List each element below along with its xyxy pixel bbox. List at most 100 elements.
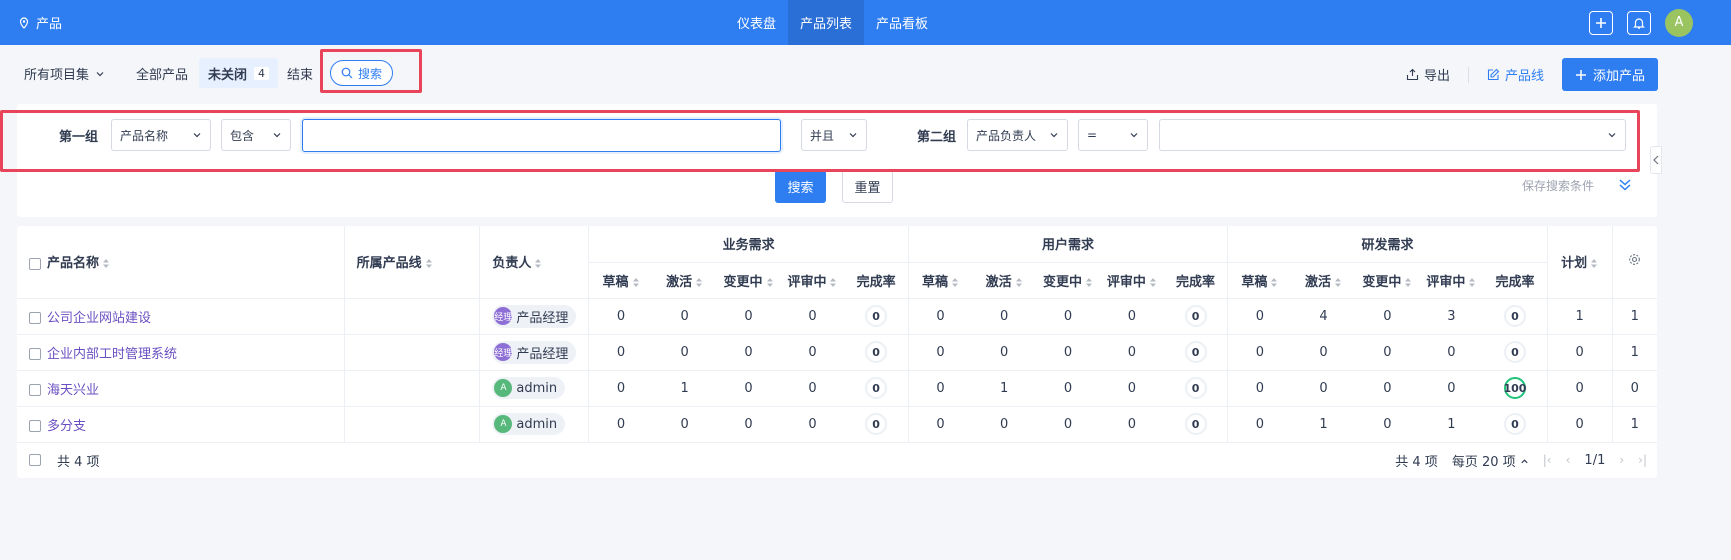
col-product-line[interactable]: 所属产品线 bbox=[344, 226, 481, 299]
cell-biz-completion: 0 bbox=[844, 406, 909, 443]
cell-owner: Aadmin bbox=[479, 370, 590, 407]
user-avatar[interactable]: A bbox=[1665, 8, 1693, 37]
col-dev-sub-1[interactable]: 激活 bbox=[1291, 262, 1356, 299]
per-page-select[interactable]: 每页 20 项 bbox=[1452, 451, 1529, 470]
sort-icon bbox=[103, 259, 110, 269]
nav-dashboard[interactable]: 仪表盘 bbox=[725, 0, 788, 45]
cell-user-0: 0 bbox=[908, 334, 973, 371]
tab-all-products[interactable]: 全部产品 bbox=[127, 58, 197, 88]
col-biz-sub-1[interactable]: 激活 bbox=[652, 262, 717, 299]
product-name-link[interactable]: 企业内部工时管理系统 bbox=[47, 347, 177, 362]
col-biz-sub-2[interactable]: 变更中 bbox=[716, 262, 781, 299]
search-submit-button[interactable]: 搜索 bbox=[775, 170, 826, 203]
col-product-name[interactable]: 产品名称 bbox=[17, 226, 345, 299]
col-dev-sub-0[interactable]: 草稿 bbox=[1227, 262, 1292, 299]
completion-rate-ring: 0 bbox=[865, 341, 888, 363]
col-user-sub-1[interactable]: 激活 bbox=[972, 262, 1037, 299]
product-name-link[interactable]: 多分支 bbox=[47, 419, 86, 434]
product-name-link[interactable]: 海天兴业 bbox=[47, 383, 99, 398]
completion-rate-ring: 0 bbox=[1184, 413, 1207, 435]
sort-icon bbox=[951, 277, 958, 287]
col-user-sub-0[interactable]: 草稿 bbox=[908, 262, 973, 299]
table-row[interactable]: 多分支 Aadmin 0 0 0 0 0 0 0 0 0 0 0 1 0 1 0 0 1 bbox=[17, 406, 1657, 443]
cell-biz-0: 0 bbox=[588, 334, 653, 371]
cell-biz-1: 0 bbox=[652, 298, 717, 335]
nav-product-list[interactable]: 产品列表 bbox=[788, 0, 865, 45]
col-biz-sub-0[interactable]: 草稿 bbox=[588, 262, 653, 299]
cell-biz-1: 1 bbox=[652, 370, 717, 407]
add-product-button[interactable]: 添加产品 bbox=[1561, 58, 1658, 91]
edit-icon bbox=[1487, 68, 1500, 81]
cell-biz-1: 0 bbox=[652, 406, 717, 443]
cell-dev-3: 0 bbox=[1419, 334, 1484, 371]
owner-chip[interactable]: Aadmin bbox=[492, 377, 566, 399]
notification-button[interactable] bbox=[1627, 10, 1651, 35]
reset-button[interactable]: 重置 bbox=[842, 170, 893, 203]
col-dev-sub-4[interactable]: 完成率 bbox=[1483, 262, 1548, 299]
cell-dev-3: 3 bbox=[1419, 298, 1484, 335]
cell-dev-1: 1 bbox=[1291, 406, 1356, 443]
sort-icon bbox=[425, 259, 432, 269]
owner-chip[interactable]: Aadmin bbox=[492, 413, 566, 435]
col-plan[interactable]: 计划 bbox=[1547, 226, 1613, 299]
prev-page-icon[interactable]: ‹ bbox=[1566, 453, 1571, 467]
brand[interactable]: 产品 bbox=[18, 0, 62, 45]
col-user-sub-2[interactable]: 变更中 bbox=[1036, 262, 1100, 299]
add-product-label: 添加产品 bbox=[1592, 69, 1645, 84]
create-button[interactable] bbox=[1589, 10, 1613, 35]
table-row[interactable]: 公司企业网站建设 经理 产品经理 0 0 0 0 0 0 0 0 0 0 0 4 0 3 0 1 1 bbox=[17, 298, 1657, 335]
row-checkbox[interactable] bbox=[29, 420, 41, 432]
cell-plan: 1 bbox=[1547, 298, 1613, 335]
col-biz-sub-3[interactable]: 评审中 bbox=[780, 262, 845, 299]
row-checkbox[interactable] bbox=[29, 312, 41, 324]
table-row[interactable]: 企业内部工时管理系统 经理 产品经理 0 0 0 0 0 0 0 0 0 0 0 0 0 0 0 0 1 bbox=[17, 334, 1657, 371]
nav-product-kanban[interactable]: 产品看板 bbox=[864, 0, 940, 45]
col-dev-sub-2[interactable]: 变更中 bbox=[1355, 262, 1420, 299]
table-footer: 共 4 项 共 4 项 每页 20 项 |‹ ‹ 1/1 › ›| bbox=[17, 442, 1657, 478]
cell-biz-3: 0 bbox=[780, 370, 845, 407]
row-checkbox[interactable] bbox=[29, 384, 41, 396]
col-user-sub-4[interactable]: 完成率 bbox=[1163, 262, 1229, 299]
cell-product-name[interactable]: 海天兴业 bbox=[17, 370, 345, 407]
tab-unclosed[interactable]: 未关闭 4 bbox=[199, 58, 279, 88]
last-page-icon[interactable]: ›| bbox=[1638, 453, 1647, 467]
footer-select-all-checkbox[interactable] bbox=[29, 454, 41, 466]
row-checkbox[interactable] bbox=[29, 348, 41, 360]
project-set-dropdown[interactable]: 所有项目集 bbox=[24, 64, 105, 83]
col-settings[interactable] bbox=[1612, 226, 1657, 299]
cell-product-line bbox=[344, 334, 481, 371]
product-line-button[interactable]: 产品线 bbox=[1487, 65, 1544, 84]
select-all-checkbox[interactable] bbox=[29, 257, 41, 270]
header-label: 完成率 bbox=[856, 274, 896, 290]
next-page-icon[interactable]: › bbox=[1619, 453, 1624, 467]
cell-dev-3: 1 bbox=[1419, 406, 1484, 443]
cell-product-name[interactable]: 多分支 bbox=[17, 406, 345, 443]
cell-owner: 经理 产品经理 bbox=[479, 334, 590, 371]
table-row[interactable]: 海天兴业 Aadmin 0 1 0 0 0 0 1 0 0 0 0 0 0 0 100 0 0 bbox=[17, 370, 1657, 407]
cell-extra: 1 bbox=[1612, 334, 1657, 371]
owner-chip[interactable]: 经理 产品经理 bbox=[492, 340, 577, 364]
cell-user-0: 0 bbox=[908, 298, 973, 335]
tab-closed[interactable]: 结束 bbox=[278, 58, 322, 88]
col-owner[interactable]: 负责人 bbox=[479, 226, 590, 299]
header-label: 产品名称 bbox=[47, 256, 100, 272]
owner-chip[interactable]: 经理 产品经理 bbox=[492, 304, 577, 328]
double-chevron-down-icon[interactable] bbox=[1617, 177, 1633, 193]
save-search-conditions-link[interactable]: 保存搜索条件 bbox=[1522, 177, 1594, 194]
cell-extra: 1 bbox=[1612, 406, 1657, 443]
tab-label: 结束 bbox=[287, 67, 314, 83]
collapse-sidebar-handle[interactable] bbox=[1650, 146, 1662, 174]
col-dev-sub-3[interactable]: 评审中 bbox=[1419, 262, 1484, 299]
sort-icon bbox=[1085, 277, 1092, 287]
product-grid: 产品名称 所属产品线 负责人 业务需求 用户需求 研发需求 计划 草稿 激活 变更中… bbox=[17, 226, 1657, 443]
first-page-icon[interactable]: |‹ bbox=[1543, 453, 1552, 467]
cell-product-line bbox=[344, 298, 481, 335]
export-button[interactable]: 导出 bbox=[1406, 65, 1450, 84]
cell-product-name[interactable]: 公司企业网站建设 bbox=[17, 298, 345, 335]
sort-icon bbox=[766, 277, 773, 287]
cell-product-name[interactable]: 企业内部工时管理系统 bbox=[17, 334, 345, 371]
product-name-link[interactable]: 公司企业网站建设 bbox=[47, 311, 151, 326]
cell-biz-3: 0 bbox=[780, 298, 845, 335]
col-biz-sub-4[interactable]: 完成率 bbox=[844, 262, 909, 299]
col-user-sub-3[interactable]: 评审中 bbox=[1099, 262, 1164, 299]
